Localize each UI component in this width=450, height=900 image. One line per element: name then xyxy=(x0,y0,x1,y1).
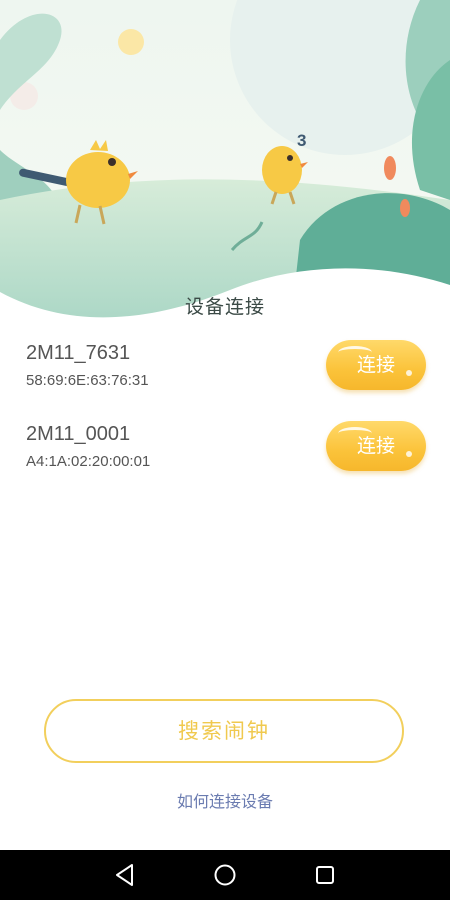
button-shine xyxy=(406,451,412,457)
search-alarm-button[interactable]: 搜索闹钟 xyxy=(44,699,404,763)
android-nav-bar xyxy=(0,850,450,900)
home-circle-icon[interactable] xyxy=(212,862,238,888)
flower-icon xyxy=(400,199,410,217)
sun-icon xyxy=(118,29,144,55)
illustration-art: 3 xyxy=(0,0,450,330)
page-title: 设备连接 xyxy=(184,296,265,318)
connect-button-label: 连接 xyxy=(356,435,395,457)
device-mac: A4:1A:02:20:00:01 xyxy=(26,453,151,470)
device-row: 2M11_0001 A4:1A:02:20:00:01 连接 xyxy=(0,415,450,485)
chick-number: 3 xyxy=(297,131,306,150)
connect-button[interactable]: 连接 xyxy=(326,340,426,390)
device-name: 2M11_0001 xyxy=(26,423,131,445)
button-shine xyxy=(406,370,412,376)
device-row: 2M11_7631 58:69:6E:63:76:31 连接 xyxy=(0,334,450,404)
header-illustration: 3 xyxy=(0,0,450,330)
how-to-connect-link[interactable]: 如何连接设备 xyxy=(0,788,450,812)
recents-square-icon[interactable] xyxy=(312,862,338,888)
flower-icon xyxy=(384,156,396,180)
device-name: 2M11_7631 xyxy=(26,342,131,364)
connect-button[interactable]: 连接 xyxy=(326,421,426,471)
back-triangle-icon[interactable] xyxy=(112,862,138,888)
connect-button-label: 连接 xyxy=(356,354,395,376)
device-mac: 58:69:6E:63:76:31 xyxy=(26,372,149,389)
